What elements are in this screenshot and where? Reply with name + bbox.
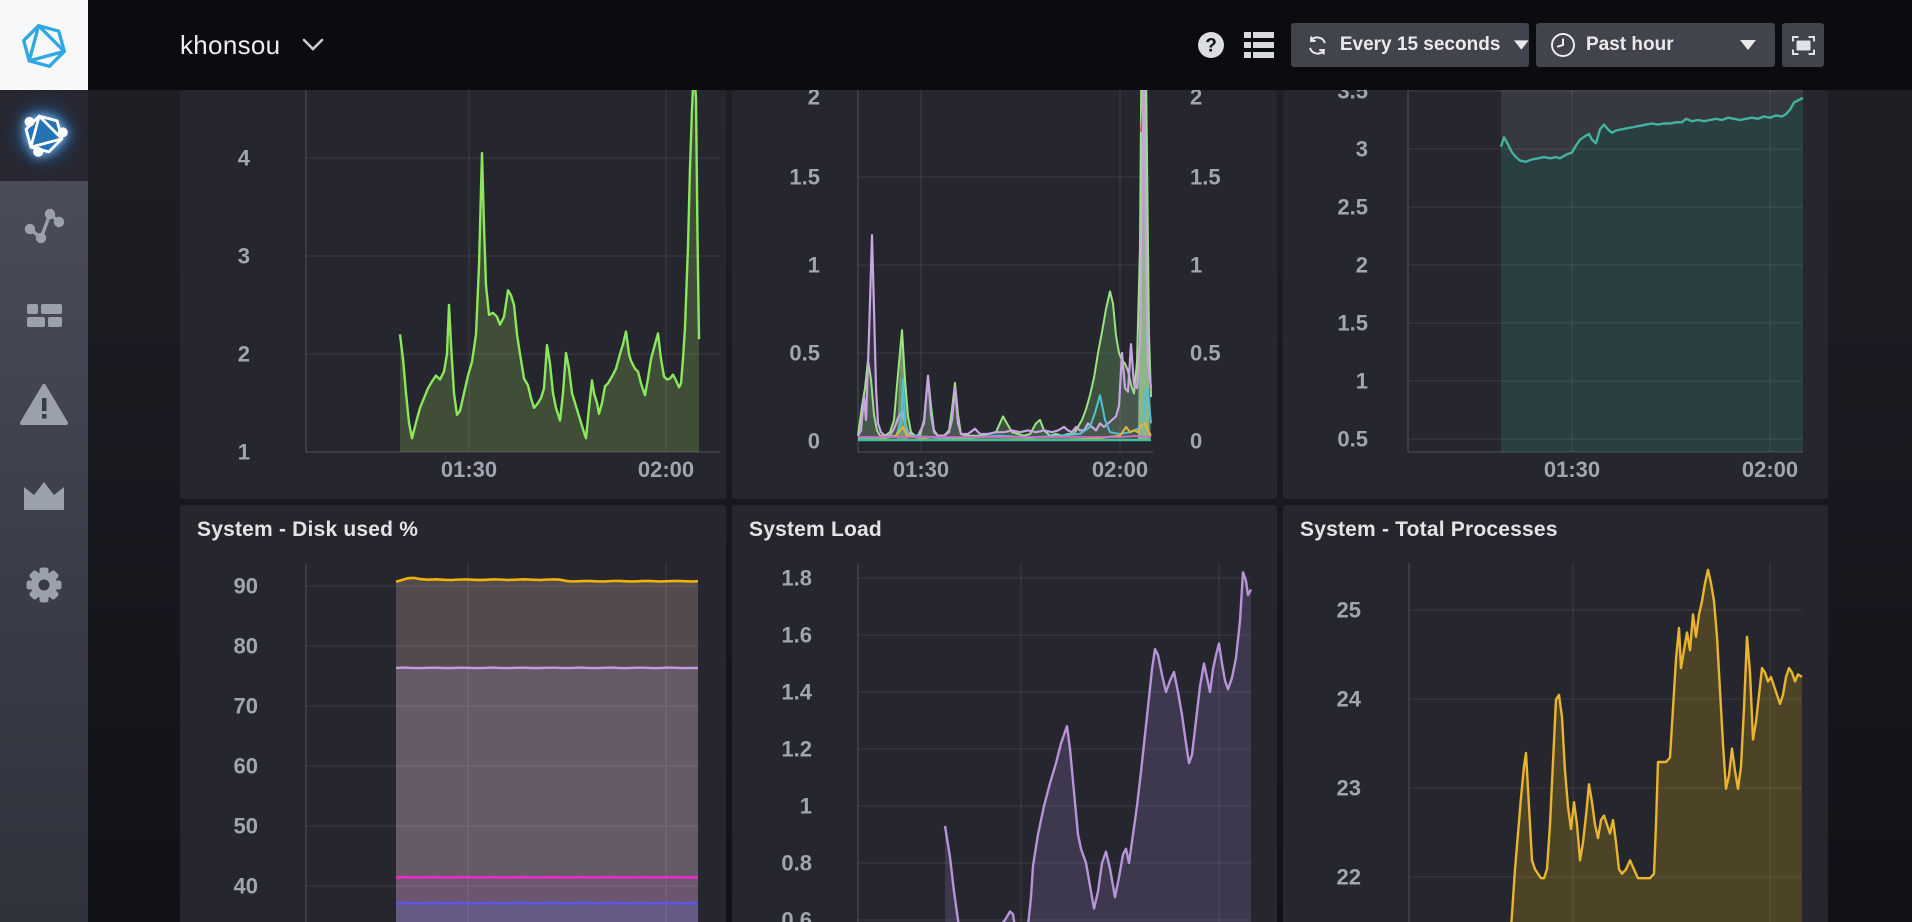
svg-text:60: 60 [234, 754, 258, 779]
svg-text:2: 2 [1190, 90, 1202, 110]
svg-text:0.6: 0.6 [781, 908, 812, 922]
svg-text:1: 1 [1356, 369, 1368, 394]
svg-text:1: 1 [808, 253, 820, 278]
svg-text:0.5: 0.5 [789, 341, 820, 366]
svg-text:40: 40 [234, 874, 258, 899]
svg-text:3.5: 3.5 [1337, 90, 1368, 104]
svg-text:2.5: 2.5 [1337, 195, 1368, 220]
svg-text:02:00: 02:00 [1092, 457, 1148, 482]
svg-text:0.5: 0.5 [1190, 341, 1221, 366]
svg-text:0.5: 0.5 [1337, 427, 1368, 452]
svg-text:50: 50 [234, 814, 258, 839]
svg-text:22: 22 [1337, 865, 1361, 890]
svg-text:0: 0 [1190, 429, 1202, 454]
svg-text:1.4: 1.4 [781, 680, 812, 705]
svg-text:3: 3 [238, 244, 250, 269]
svg-text:1: 1 [1190, 253, 1202, 278]
svg-text:70: 70 [234, 694, 258, 719]
svg-text:1.5: 1.5 [1190, 165, 1221, 190]
svg-text:2: 2 [238, 342, 250, 367]
svg-text:1.8: 1.8 [781, 566, 812, 591]
svg-text:1: 1 [238, 440, 250, 465]
svg-text:02:00: 02:00 [1742, 457, 1798, 482]
svg-text:1.5: 1.5 [1337, 311, 1368, 336]
svg-text:01:30: 01:30 [893, 457, 949, 482]
svg-text:4: 4 [238, 146, 251, 171]
svg-text:1.6: 1.6 [781, 623, 812, 648]
svg-text:0: 0 [808, 429, 820, 454]
svg-text:1.5: 1.5 [789, 165, 820, 190]
svg-text:23: 23 [1337, 776, 1361, 801]
svg-text:1.2: 1.2 [781, 737, 812, 762]
svg-text:80: 80 [234, 634, 258, 659]
svg-text:1: 1 [800, 794, 812, 819]
svg-text:02:00: 02:00 [638, 457, 694, 482]
svg-text:2: 2 [808, 90, 820, 110]
svg-text:90: 90 [234, 574, 258, 599]
svg-text:01:30: 01:30 [1544, 457, 1600, 482]
svg-text:01:30: 01:30 [441, 457, 497, 482]
svg-text:?: ? [1205, 36, 1217, 57]
svg-text:2: 2 [1356, 253, 1368, 278]
svg-text:3: 3 [1356, 137, 1368, 162]
svg-text:24: 24 [1337, 687, 1362, 712]
svg-text:0.8: 0.8 [781, 851, 812, 876]
svg-text:25: 25 [1337, 598, 1361, 623]
